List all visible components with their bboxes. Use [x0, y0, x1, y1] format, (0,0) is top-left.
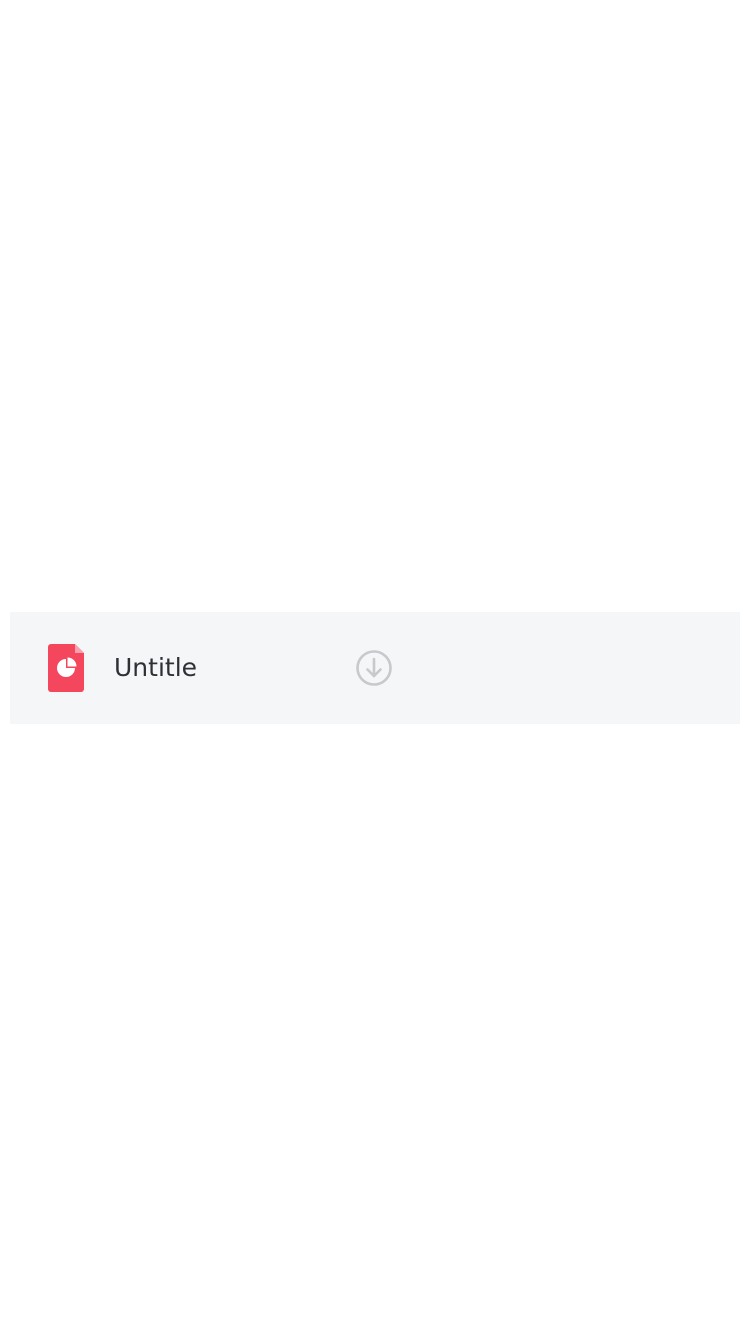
screen: Untitle — [0, 0, 750, 1334]
file-list-item[interactable]: Untitle — [10, 612, 740, 724]
file-name: Untitle — [114, 653, 198, 682]
download-icon[interactable] — [355, 649, 393, 687]
presentation-file-icon — [48, 644, 84, 692]
